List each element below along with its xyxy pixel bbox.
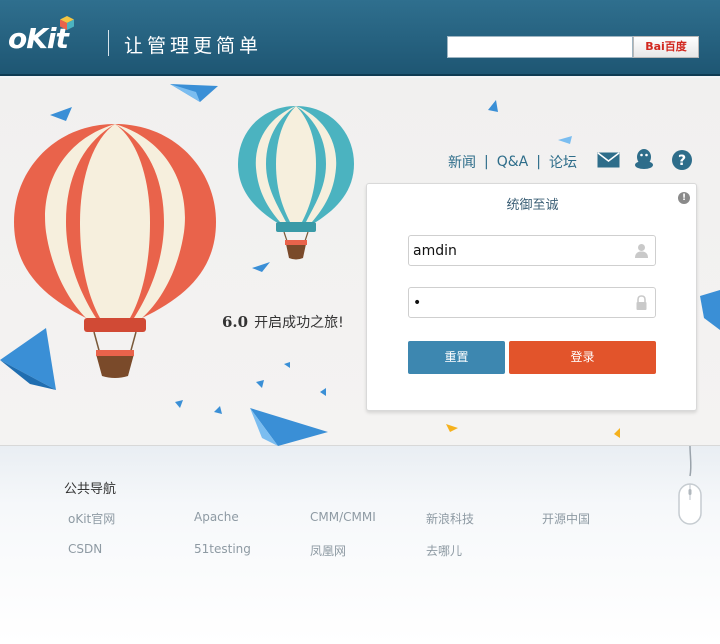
link-qunar[interactable]: 去哪儿 [426,542,462,559]
link-cmmi[interactable]: CMM/CMMI [310,510,376,524]
login-panel: 统御至诚 ! 重置 登录 [366,183,697,411]
link-sina-tech[interactable]: 新浪科技 [426,510,474,527]
qq-icon[interactable] [634,148,654,170]
reset-button[interactable]: 重置 [408,341,505,374]
username-input[interactable] [409,236,624,265]
username-field[interactable] [408,235,656,266]
login-button[interactable]: 登录 [509,341,656,374]
nav-news-link[interactable]: 新闻 [448,152,476,172]
nav-qa-link[interactable]: Q&A [497,154,529,170]
hero-tagline: 6.0 开启成功之旅! [222,312,344,332]
link-apache[interactable]: Apache [194,510,239,524]
info-icon[interactable]: ! [678,192,690,204]
link-oschina[interactable]: 开源中国 [542,510,590,527]
link-csdn[interactable]: CSDN [68,542,102,556]
help-icon[interactable]: ? [672,150,692,170]
login-title: 统御至诚 [506,198,559,213]
link-51testing[interactable]: 51testing [194,542,251,556]
link-ifeng[interactable]: 凤凰网 [310,542,346,559]
svg-text:?: ? [678,153,686,169]
public-nav-title: 公共导航 [64,482,117,497]
password-field[interactable] [408,287,656,318]
password-input[interactable] [409,288,624,317]
tagline-text: 开启成功之旅! [254,315,344,331]
nav-separator: | [536,154,541,170]
nav-forum-link[interactable]: 论坛 [549,152,577,172]
version-label: 6.0 [222,313,249,331]
user-icon [635,244,648,258]
top-nav: 新闻 | Q&A | 论坛 [448,152,577,172]
lock-icon [636,295,647,310]
nav-separator: | [484,154,489,170]
link-okit[interactable]: oKit官网 [68,510,115,527]
mouse-illustration [678,446,702,525]
mail-icon[interactable] [597,152,620,168]
teal-balloon [238,106,354,260]
